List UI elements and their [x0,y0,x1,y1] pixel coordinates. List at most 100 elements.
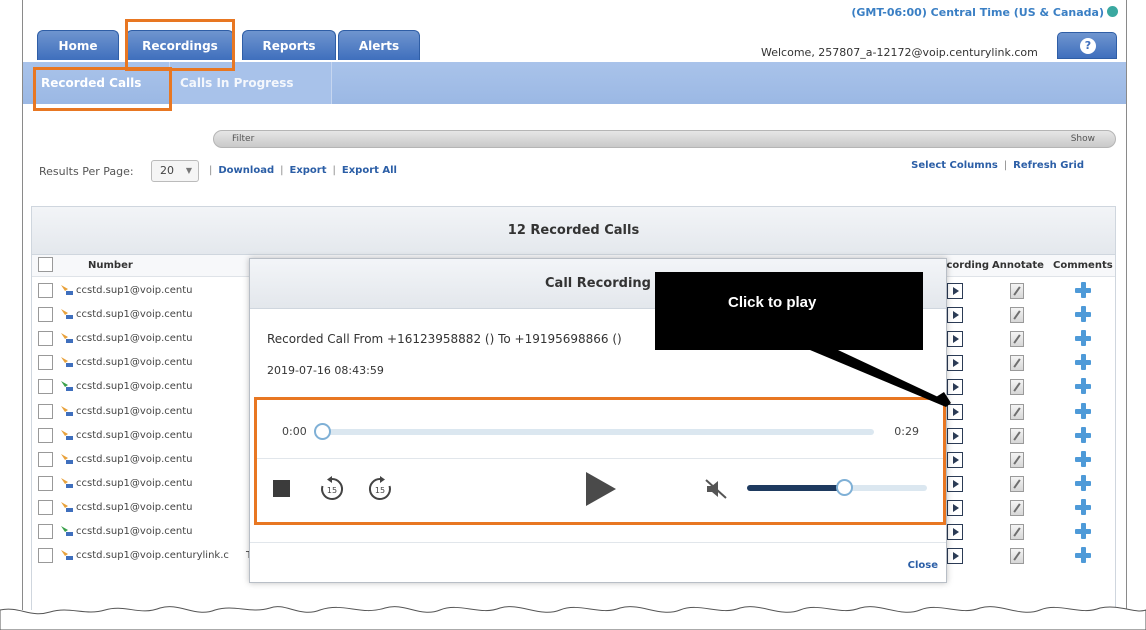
export-link[interactable]: Export [289,165,326,176]
annotate-icon[interactable] [1010,548,1024,565]
subnav-bar: Recorded Calls Calls In Progress [23,62,1126,104]
play-recording-button[interactable] [947,427,963,444]
outgoing-call-icon [61,405,73,416]
row-checkbox[interactable] [38,403,53,419]
row-checkbox[interactable] [38,307,53,323]
recording-datetime: 2019-07-16 08:43:59 [267,364,384,377]
annotate-icon[interactable] [1010,427,1024,444]
results-per-page-select[interactable]: 20 ▼ [151,160,199,182]
add-comment-icon[interactable] [1075,523,1091,539]
play-recording-button[interactable] [947,403,963,420]
seek-handle[interactable] [314,423,331,440]
filter-show-toggle[interactable]: Show [1071,134,1095,144]
tab-home[interactable]: Home [37,30,119,60]
add-comment-icon[interactable] [1075,498,1091,515]
row-checkbox[interactable] [38,283,53,298]
subtab-recorded-calls[interactable]: Recorded Calls [31,62,151,104]
row-number: ccstd.sup1@voip.centu [76,357,193,369]
play-recording-button[interactable] [947,307,963,324]
annotate-icon[interactable] [1010,331,1024,348]
row-number: ccstd.sup1@voip.centu [76,405,193,417]
incoming-call-icon [61,381,73,392]
add-comment-icon[interactable] [1075,402,1091,419]
annotate-icon[interactable] [1010,307,1024,324]
add-comment-icon[interactable] [1075,306,1091,323]
row-checkbox[interactable] [38,427,53,443]
row-checkbox[interactable] [38,499,53,515]
seek-bar[interactable] [317,429,874,435]
row-checkbox[interactable] [38,524,53,539]
export-toolbar: | Download | Export | Export All [209,165,397,176]
audio-player: 0:00 0:29 15 15 [254,397,946,525]
duration-time: 0:29 [894,425,919,438]
volume-handle[interactable] [836,479,853,496]
recorded-call-info: Recorded Call From +16123958882 () To +1… [267,332,622,346]
outgoing-call-icon [61,477,73,488]
play-recording-button[interactable] [947,355,963,372]
annotate-icon[interactable] [1010,379,1024,396]
outgoing-call-icon [61,333,73,344]
globe-icon[interactable] [1107,6,1118,17]
row-number: ccstd.sup1@voip.centu [76,333,193,345]
play-recording-button[interactable] [947,548,963,565]
play-recording-button[interactable] [947,451,963,468]
annotate-icon[interactable] [1010,475,1024,492]
volume-level [747,485,846,491]
add-comment-icon[interactable] [1075,474,1091,491]
stop-button[interactable] [273,480,290,497]
add-comment-icon[interactable] [1075,282,1091,298]
row-number: ccstd.sup1@voip.centu [76,285,193,296]
column-number[interactable]: Number [88,260,133,271]
tab-recordings[interactable]: Recordings [126,30,234,60]
tab-alerts[interactable]: Alerts [338,30,420,60]
filter-bar[interactable]: Filter Show [213,130,1116,148]
annotate-icon[interactable] [1010,524,1024,540]
row-checkbox[interactable] [38,331,53,347]
rewind-15-icon[interactable]: 15 [319,476,345,502]
close-button[interactable]: Close [908,560,938,571]
add-comment-icon[interactable] [1075,547,1091,564]
welcome-text: Welcome, 257807_a-12172@voip.centurylink… [761,46,1038,59]
row-checkbox[interactable] [38,475,53,491]
outgoing-call-icon [61,550,73,561]
play-recording-button[interactable] [947,379,963,396]
select-columns-link[interactable]: Select Columns [911,160,998,171]
select-all-checkbox[interactable] [38,257,53,272]
chevron-down-icon: ▼ [185,166,192,175]
volume-track[interactable] [846,485,927,491]
column-annotate[interactable]: Annotate [992,260,1044,271]
modal-footer-divider [250,542,946,543]
play-recording-button[interactable] [947,475,963,492]
add-comment-icon[interactable] [1075,378,1091,395]
forward-15-icon[interactable]: 15 [367,476,393,502]
outgoing-call-icon [61,429,73,440]
mute-icon[interactable] [705,478,729,500]
annotate-icon[interactable] [1010,499,1024,516]
outgoing-call-icon [61,453,73,464]
play-recording-button[interactable] [947,499,963,516]
help-button[interactable]: ? [1057,32,1117,59]
outgoing-call-icon [61,285,73,295]
add-comment-icon[interactable] [1075,426,1091,443]
refresh-grid-link[interactable]: Refresh Grid [1013,160,1084,171]
annotate-icon[interactable] [1010,403,1024,420]
download-link[interactable]: Download [218,165,274,176]
annotate-icon[interactable] [1010,451,1024,468]
annotate-icon[interactable] [1010,283,1024,299]
subtab-calls-in-progress[interactable]: Calls In Progress [169,62,332,104]
play-recording-button[interactable] [947,283,963,299]
column-comments[interactable]: Comments [1053,260,1113,271]
play-button[interactable] [586,472,616,506]
play-recording-button[interactable] [947,331,963,348]
row-checkbox[interactable] [38,451,53,467]
play-recording-button[interactable] [947,524,963,540]
add-comment-icon[interactable] [1075,330,1091,347]
row-checkbox[interactable] [38,379,53,395]
export-all-link[interactable]: Export All [342,165,397,176]
tab-reports[interactable]: Reports [242,30,336,60]
row-checkbox[interactable] [38,548,53,564]
add-comment-icon[interactable] [1075,354,1091,371]
add-comment-icon[interactable] [1075,450,1091,467]
annotate-icon[interactable] [1010,355,1024,372]
row-checkbox[interactable] [38,355,53,371]
